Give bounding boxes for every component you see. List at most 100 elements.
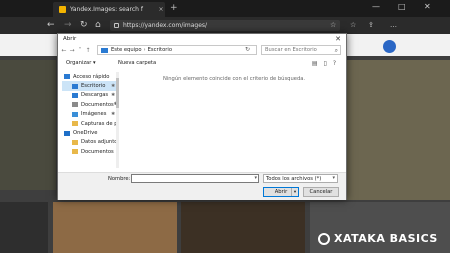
command-bar: Organizar ▾ Nueva carpeta ▤ ▯ ? <box>58 58 346 68</box>
new-tab-button[interactable]: + <box>170 3 178 13</box>
nav-item[interactable]: Descargas ✱ <box>62 91 117 100</box>
nav-item[interactable]: Datos adjuntos c <box>62 138 117 147</box>
open-button-label: Abrir <box>274 189 288 195</box>
folder-icon <box>72 121 78 127</box>
home-icon[interactable]: ⌂ <box>95 20 101 30</box>
browser-titlebar: Yandex.Images: search f × + — □ ✕ <box>0 0 450 17</box>
breadcrumb-item[interactable]: Escritorio <box>148 47 172 53</box>
image-thumbnail[interactable] <box>310 202 450 253</box>
breadcrumb-item[interactable]: Este equipo <box>111 47 142 53</box>
cancel-button[interactable]: Cancelar <box>303 187 339 197</box>
minimize-icon[interactable]: — <box>372 2 380 11</box>
image-thumbnail[interactable] <box>0 60 56 190</box>
nav-item-label: Datos adjuntos c <box>81 139 118 146</box>
maximize-icon[interactable]: □ <box>398 2 406 11</box>
download-icon <box>72 92 78 98</box>
cancel-button-label: Cancelar <box>309 189 333 195</box>
pin-icon: ✱ <box>111 111 115 117</box>
open-button[interactable]: Abrir ▾ <box>263 187 299 197</box>
filetype-select[interactable]: Todos los archivos (*) ▾ <box>263 174 338 183</box>
close-window-icon[interactable]: ✕ <box>424 2 431 11</box>
forward-icon[interactable]: → <box>64 20 72 30</box>
dialog-title: Abrir <box>63 36 77 42</box>
folder-icon <box>72 149 78 155</box>
dialog-titlebar: Abrir <box>58 34 346 44</box>
filename-input[interactable]: ▾ <box>131 174 259 183</box>
folder-icon <box>72 139 78 145</box>
dialog-close-icon[interactable]: ✕ <box>335 35 341 43</box>
nav-scrollbar[interactable] <box>116 72 119 168</box>
address-row: ← → ˅ ↑ Este equipo › Escritorio ↻ Busca… <box>60 44 344 56</box>
help-icon[interactable]: ? <box>333 60 336 67</box>
back-icon[interactable]: ← <box>47 20 55 30</box>
chevron-down-icon: ▾ <box>332 175 335 181</box>
nav-item-label: Acceso rápido <box>73 73 110 80</box>
pin-icon: ✱ <box>111 83 115 89</box>
forward-icon[interactable]: → <box>68 47 76 54</box>
breadcrumb-separator: › <box>143 47 146 53</box>
user-avatar[interactable] <box>383 40 396 53</box>
image-thumbnail[interactable] <box>181 202 305 253</box>
search-input[interactable]: Buscar en Escritorio ⌕ <box>261 45 341 55</box>
url-text: https://yandex.com/images/ <box>123 22 208 29</box>
search-icon: ⌕ <box>334 47 338 54</box>
back-icon[interactable]: ← <box>60 47 68 54</box>
preview-pane-icon[interactable]: ▯ <box>324 60 327 67</box>
search-placeholder: Buscar en Escritorio <box>265 47 317 53</box>
view-mode-icon[interactable]: ▤ <box>312 60 318 67</box>
chevron-down-icon[interactable]: ▾ <box>254 175 257 181</box>
nav-item-label: Imágenes <box>81 111 107 118</box>
lock-icon <box>114 23 119 28</box>
nav-item-label: Capturas de p <box>81 120 118 127</box>
nav-item[interactable]: OneDrive <box>62 128 117 137</box>
share-icon[interactable]: ⇪ <box>368 21 374 29</box>
pin-icon: ✱ <box>111 92 115 98</box>
refresh-icon[interactable]: ↻ <box>245 46 250 53</box>
browser-toolbar: ← → ↻ ⌂ https://yandex.com/images/ ☆ ☆ ⇪… <box>0 17 450 34</box>
filename-label: Nombre: <box>108 176 131 182</box>
computer-icon <box>101 47 108 53</box>
chevron-down-icon[interactable]: ▾ <box>291 188 298 196</box>
image-thumbnail[interactable] <box>0 202 48 253</box>
browser-tab[interactable]: Yandex.Images: search f × <box>53 2 165 17</box>
image-thumbnail[interactable] <box>53 202 177 253</box>
xataka-logo-icon <box>318 232 330 245</box>
favorites-icon[interactable]: ☆ <box>350 21 356 29</box>
xataka-watermark: XATAKA BASICS <box>318 232 438 245</box>
image-thumbnail[interactable] <box>346 60 450 200</box>
nav-item-label: Escritorio <box>81 83 106 90</box>
cloud-icon <box>64 130 70 136</box>
watermark-text: XATAKA BASICS <box>334 232 438 245</box>
nav-item[interactable]: Documentos✱ <box>62 100 117 109</box>
nav-item[interactable]: Capturas de p <box>62 119 117 128</box>
empty-message: Ningún elemento coincide con el criterio… <box>162 76 306 82</box>
nav-item-label: Documentos <box>81 101 114 108</box>
nav-item-label: Descargas <box>81 92 109 99</box>
more-icon[interactable]: … <box>390 21 397 29</box>
nav-item[interactable]: Escritorio ✱ <box>62 81 117 91</box>
open-file-dialog: Abrir ✕ ← → ˅ ↑ Este equipo › Escritorio… <box>57 33 347 200</box>
documents-icon <box>72 102 78 108</box>
desktop-icon <box>72 83 78 89</box>
star-icon <box>64 74 70 80</box>
breadcrumb[interactable]: Este equipo › Escritorio <box>97 45 257 55</box>
view-options: ▤ ▯ ? <box>312 60 336 67</box>
reload-icon[interactable]: ↻ <box>80 20 88 30</box>
star-icon[interactable]: ☆ <box>330 21 336 29</box>
nav-item[interactable]: Documentos <box>62 147 117 156</box>
yandex-favicon-icon <box>59 6 66 13</box>
recent-locations-icon[interactable]: ˅ <box>76 47 84 54</box>
organize-button[interactable]: Organizar ▾ <box>66 60 96 66</box>
new-folder-button[interactable]: Nueva carpeta <box>118 60 156 66</box>
up-icon[interactable]: ↑ <box>84 47 92 54</box>
tab-title: Yandex.Images: search f <box>70 6 143 13</box>
address-bar[interactable]: https://yandex.com/images/ <box>110 20 340 31</box>
navigation-pane: Acceso rápido Escritorio ✱ Descargas ✱ Docume… <box>62 72 118 168</box>
scroll-thumb[interactable] <box>116 78 119 108</box>
nav-item[interactable]: Imágenes ✱ <box>62 110 117 119</box>
dialog-footer: Nombre: ▾ Todos los archivos (*) ▾ Abrir… <box>58 172 346 200</box>
nav-item-label: Documentos <box>81 148 114 155</box>
tab-close-icon[interactable]: × <box>157 6 165 13</box>
nav-item-label: OneDrive <box>73 130 98 137</box>
nav-item[interactable]: Acceso rápido <box>62 72 117 81</box>
